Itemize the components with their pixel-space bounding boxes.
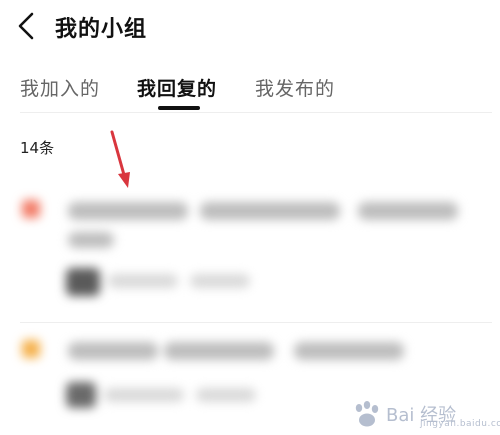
tab-bar: 我加入的 我回复的 我发布的: [0, 66, 500, 112]
list-divider: [20, 322, 492, 323]
tab-joined[interactable]: 我加入的: [20, 74, 100, 101]
list-item[interactable]: [0, 190, 500, 310]
result-count: 14条: [20, 139, 55, 157]
active-tab-indicator: [158, 106, 200, 110]
avatar: [66, 382, 96, 408]
tab-divider: [20, 112, 492, 113]
baidu-watermark: Bai 经验 jingyan.baidu.com: [350, 397, 500, 431]
text-placeholder: [68, 232, 114, 248]
baidu-paw-icon: [355, 401, 379, 427]
meta-placeholder: [190, 274, 250, 288]
chevron-left-icon: [18, 12, 34, 40]
meta-placeholder: [108, 274, 178, 288]
annotation-arrow-icon: [110, 130, 130, 188]
text-placeholder: [68, 202, 188, 220]
page-title: 我的小组: [55, 17, 148, 42]
text-placeholder: [164, 342, 274, 360]
meta-placeholder: [104, 388, 184, 402]
group-badge: [22, 200, 40, 218]
avatar: [66, 268, 100, 296]
text-placeholder: [200, 202, 340, 220]
top-bar: 我的小组: [0, 0, 500, 56]
back-button[interactable]: [14, 10, 40, 42]
tab-replied[interactable]: 我回复的: [137, 74, 217, 101]
text-placeholder: [358, 202, 458, 220]
meta-placeholder: [196, 388, 256, 402]
text-placeholder: [294, 342, 404, 360]
text-placeholder: [68, 342, 158, 360]
tab-published[interactable]: 我发布的: [255, 74, 335, 101]
watermark-subtext: jingyan.baidu.com: [420, 419, 500, 429]
group-badge: [22, 340, 40, 358]
